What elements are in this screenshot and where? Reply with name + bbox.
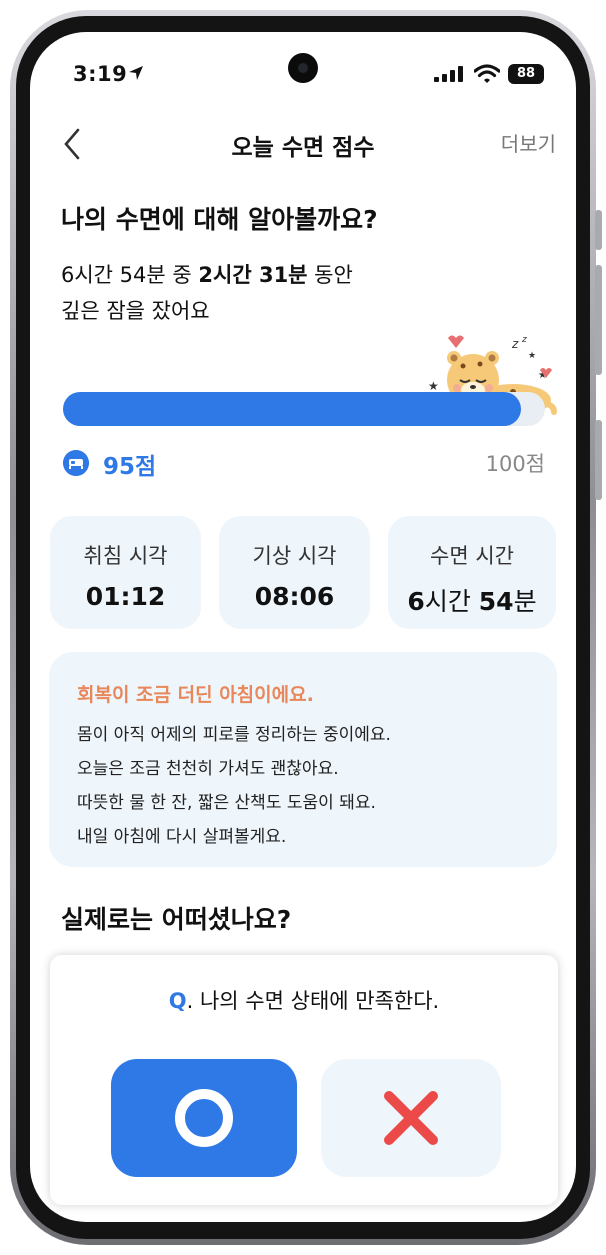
duration-minutes: 54 <box>478 587 514 616</box>
bed-icon <box>63 450 89 476</box>
sleep-score-value: 95점 <box>103 454 157 480</box>
answer-no-button[interactable] <box>321 1059 501 1177</box>
sleep-score-progress <box>63 392 545 426</box>
recovery-message-line: 내일 아침에 다시 살펴볼게요. <box>77 827 287 847</box>
answer-yes-button[interactable] <box>111 1059 297 1177</box>
question-prefix: Q <box>168 989 187 1013</box>
duration-hours-unit: 시간 <box>424 587 479 616</box>
bedtime-card: 취침 시각 01:12 <box>50 516 201 629</box>
sleep-headline: 나의 수면에 대해 알아볼까요? <box>61 205 378 234</box>
summary-text: 깊은 잠을 잤어요 <box>61 299 210 323</box>
progress-fill <box>63 392 521 426</box>
score-row: 95점 100점 <box>61 442 545 482</box>
summary-text: 동안 <box>307 263 353 287</box>
summary-text: 6시간 54분 중 <box>61 263 199 287</box>
x-mark-icon <box>384 1091 438 1145</box>
side-button <box>595 210 602 250</box>
recovery-message-line: 몸이 아직 어제의 피로를 정리하는 중이에요. <box>77 725 391 745</box>
sleep-score-max: 100점 <box>485 452 545 476</box>
recovery-message-box: 회복이 조금 더딘 아침이에요. 몸이 아직 어제의 피로를 정리하는 중이에요… <box>49 652 557 867</box>
location-arrow-icon <box>129 66 143 80</box>
svg-text:★: ★ <box>528 351 536 361</box>
status-time: 3:19 <box>73 62 128 86</box>
page-title: 오늘 수면 점수 <box>231 135 375 161</box>
battery-indicator: 88 <box>508 64 544 84</box>
svg-text:z: z <box>511 337 519 351</box>
more-button[interactable]: 더보기 <box>501 128 556 157</box>
camera-icon <box>288 53 318 83</box>
bedtime-value: 01:12 <box>85 582 166 611</box>
status-bar: 3:19 88 <box>30 32 576 112</box>
recovery-message-line: 오늘은 조금 천천히 가셔도 괜찮아요. <box>77 759 339 779</box>
recovery-message-line: 따뜻한 물 한 잔, 짧은 산책도 도움이 돼요. <box>77 793 376 813</box>
question-text: . 나의 수면 상태에 만족한다. <box>186 989 440 1013</box>
power-button <box>595 420 602 500</box>
app-screen: 3:19 88 오늘 수면 점수 더보기 나의 수면에 대해 알아볼까요? 6시… <box>30 32 576 1222</box>
wake-time-card: 기상 시각 08:06 <box>219 516 370 629</box>
sleep-duration-label: 수면 시간 <box>430 544 514 568</box>
sleep-duration-value: 6시간 54분 <box>388 582 556 618</box>
circle-o-icon <box>175 1089 233 1147</box>
wake-time-value: 08:06 <box>254 582 335 611</box>
duration-hours: 6 <box>407 587 425 616</box>
feedback-heading: 실제로는 어떠셨나요? <box>61 905 292 934</box>
satisfaction-sheet: Q. 나의 수면 상태에 만족한다. <box>50 955 558 1205</box>
duration-minutes-unit: 분 <box>513 587 537 616</box>
wifi-icon <box>474 64 500 83</box>
sleep-duration-card: 수면 시간 6시간 54분 <box>388 516 556 629</box>
wake-time-label: 기상 시각 <box>252 544 337 568</box>
signal-icon <box>434 66 463 82</box>
recovery-message-title: 회복이 조금 더딘 아침이에요. <box>77 684 314 706</box>
deep-sleep-duration: 2시간 31분 <box>198 263 308 287</box>
deep-sleep-summary: 6시간 54분 중 2시간 31분 동안 깊은 잠을 잤어요 <box>61 257 353 329</box>
satisfaction-question: Q. 나의 수면 상태에 만족한다. <box>50 985 558 1015</box>
svg-text:z: z <box>521 335 527 345</box>
bedtime-label: 취침 시각 <box>83 544 168 568</box>
svg-text:★: ★ <box>428 379 439 393</box>
volume-button <box>595 265 602 375</box>
